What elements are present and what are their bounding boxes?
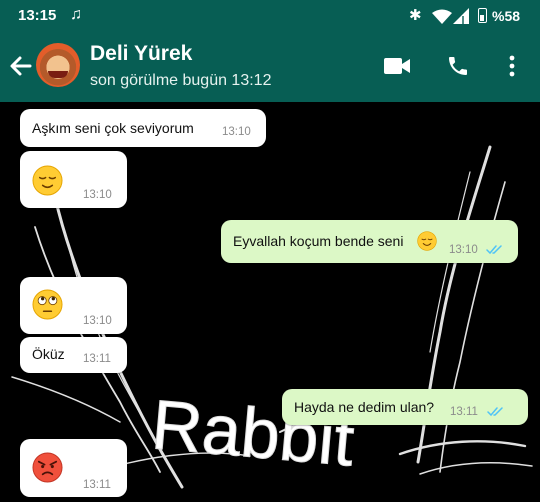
smiling-face-emoji-icon	[417, 231, 437, 251]
music-icon: ♫	[70, 6, 82, 23]
chat-header: Deli Yürek son görülme bugün 13:12	[0, 32, 540, 102]
message-bubble[interactable]: Öküz 13:11	[20, 337, 127, 373]
contact-name[interactable]: Deli Yürek	[90, 42, 192, 66]
battery-icon	[478, 8, 487, 23]
video-camera-icon	[383, 58, 410, 74]
voice-call-button[interactable]	[444, 52, 472, 80]
angry-face-emoji-icon	[32, 452, 63, 483]
avatar[interactable]	[36, 43, 80, 87]
message-text: Hayda ne dedim ulan?	[294, 399, 435, 415]
signal-icon	[453, 8, 469, 24]
relieved-face-emoji-icon	[32, 165, 63, 196]
message-bubble[interactable]: Aşkım seni çok seviyorum 13:10	[20, 109, 266, 147]
battery-percentage: %58	[492, 8, 521, 24]
eye-roll-face-emoji-icon	[32, 289, 63, 320]
message-text: Eyvallah koçum bende seni	[233, 233, 404, 249]
bluetooth-icon: ✱	[409, 7, 422, 24]
message-text: Aşkım seni çok seviyorum	[32, 120, 194, 136]
message-time: 13:11	[83, 353, 111, 365]
double-check-read-icon	[486, 245, 502, 255]
message-time: 13:10	[449, 244, 478, 256]
chat-area[interactable]: Rabbit Aşkım seni çok seviyorum 13:10 13…	[0, 102, 540, 502]
status-bar: 13:15 ♫ ✱ %58	[0, 0, 540, 32]
message-bubble[interactable]: Eyvallah koçum bende seni 13:10	[221, 220, 518, 263]
message-time: 13:10	[222, 126, 251, 138]
message-time: 13:11	[450, 406, 478, 418]
message-time: 13:10	[83, 189, 112, 201]
back-arrow-icon[interactable]	[8, 53, 34, 79]
message-bubble[interactable]: 13:10	[20, 151, 127, 208]
message-bubble[interactable]: Hayda ne dedim ulan? 13:11	[282, 389, 528, 425]
message-bubble[interactable]: 13:10	[20, 277, 127, 334]
video-call-button[interactable]	[383, 52, 411, 80]
phone-icon	[449, 57, 467, 75]
double-check-read-icon	[487, 407, 503, 417]
wifi-icon	[432, 9, 452, 24]
message-text: Öküz	[32, 346, 65, 362]
status-time: 13:15	[18, 7, 57, 24]
message-bubble[interactable]: 13:11	[20, 439, 127, 497]
message-time: 13:10	[83, 315, 112, 327]
three-dots-icon	[509, 55, 515, 77]
last-seen-status: son görülme bugün 13:12	[90, 72, 272, 89]
message-time: 13:11	[83, 479, 111, 491]
more-options-button[interactable]	[498, 52, 526, 80]
